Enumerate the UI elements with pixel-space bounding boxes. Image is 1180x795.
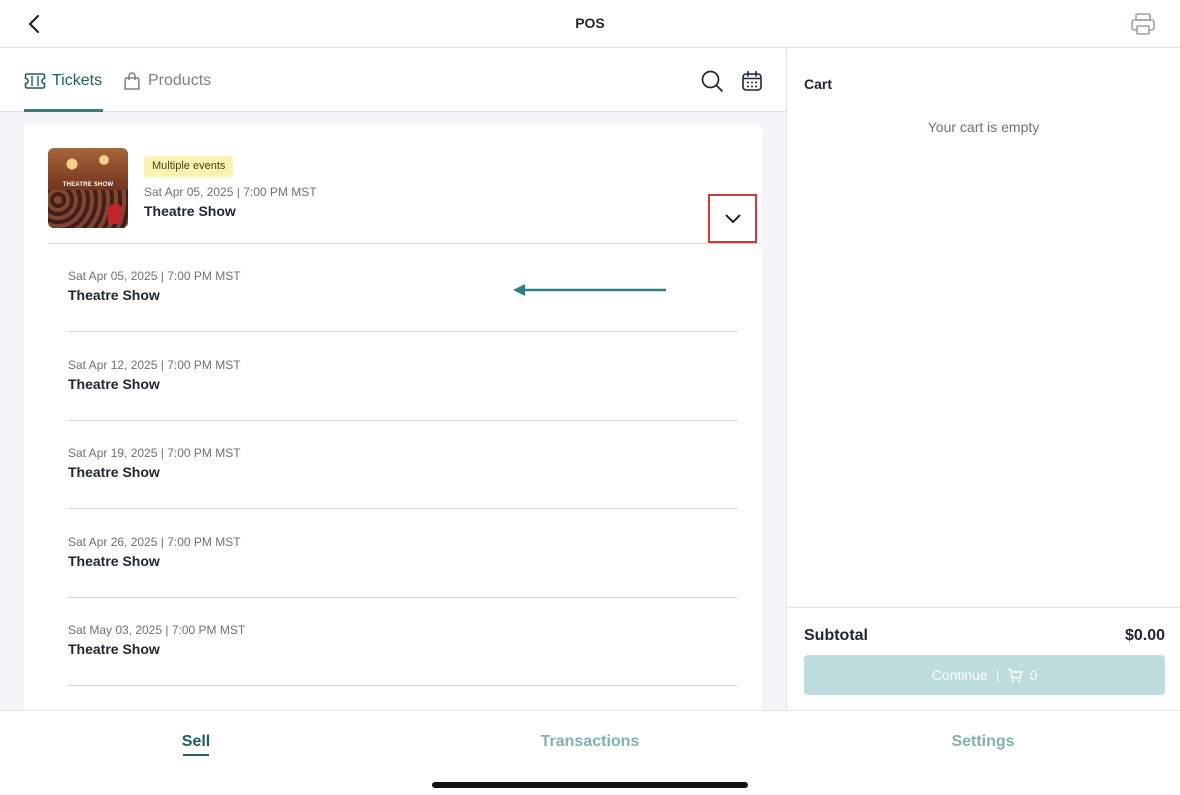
- annotation-arrow-icon: [513, 284, 666, 296]
- occurrence-datetime: Sat Apr 05, 2025 | 7:00 PM MST: [68, 269, 241, 283]
- multiple-events-badge: Multiple events: [144, 156, 234, 177]
- row-divider: [68, 685, 738, 686]
- cart-panel: Cart Your cart is empty Subtotal $0.00 C…: [786, 49, 1180, 710]
- occurrence-datetime: Sat Apr 19, 2025 | 7:00 PM MST: [68, 446, 241, 460]
- occurrence-datetime: Sat Apr 26, 2025 | 7:00 PM MST: [68, 535, 241, 549]
- continue-button[interactable]: Continue | 0: [804, 655, 1165, 695]
- occurrence-name: Theatre Show: [68, 287, 160, 303]
- continue-separator: |: [995, 667, 1000, 683]
- expand-event-button[interactable]: [708, 194, 757, 243]
- home-indicator[interactable]: [432, 782, 748, 788]
- occurrence-row[interactable]: Sat Apr 12, 2025 | 7:00 PM MST Theatre S…: [68, 333, 738, 421]
- event-datetime: Sat Apr 05, 2025 | 7:00 PM MST: [144, 185, 317, 199]
- calendar-icon: [742, 70, 762, 91]
- top-bar: POS: [0, 0, 1180, 48]
- subtotal-value: $0.00: [1124, 627, 1165, 644]
- occurrence-name: Theatre Show: [68, 641, 160, 657]
- bottom-navigation: Sell Transactions Settings: [0, 710, 1180, 795]
- search-icon: [701, 70, 723, 92]
- occurrence-datetime: Sat Apr 12, 2025 | 7:00 PM MST: [68, 358, 241, 372]
- nav-settings[interactable]: Settings: [928, 733, 1038, 751]
- event-name: Theatre Show: [144, 203, 236, 219]
- cart-title: Cart: [804, 76, 833, 92]
- calendar-button[interactable]: [739, 68, 765, 94]
- occurrence-datetime: Sat May 03, 2025 | 7:00 PM MST: [68, 623, 246, 637]
- ticket-icon: [24, 72, 46, 89]
- tab-bar: Tickets Products: [0, 49, 786, 112]
- tab-products[interactable]: Products: [122, 49, 211, 112]
- active-nav-indicator: [183, 754, 209, 756]
- thumbnail-figure: [108, 204, 122, 224]
- page-title: POS: [575, 15, 605, 31]
- row-divider: [68, 331, 738, 332]
- nav-sell[interactable]: Sell: [160, 733, 232, 751]
- occurrence-name: Theatre Show: [68, 553, 160, 569]
- active-tab-indicator: [24, 109, 103, 112]
- tab-tickets-label: Tickets: [52, 71, 103, 89]
- thumbnail-caption: THEATRE SHOW: [62, 182, 114, 188]
- cart-icon: [1007, 668, 1023, 682]
- row-divider: [68, 508, 738, 509]
- print-button[interactable]: [1128, 9, 1158, 39]
- occurrence-row[interactable]: Sat Apr 26, 2025 | 7:00 PM MST Theatre S…: [68, 510, 738, 598]
- event-thumbnail: THEATRE SHOW: [48, 148, 128, 228]
- tab-tickets[interactable]: Tickets: [24, 49, 102, 112]
- nav-transactions[interactable]: Transactions: [520, 733, 660, 751]
- cart-count: 0: [1029, 667, 1038, 683]
- occurrence-row[interactable]: Sat May 03, 2025 | 7:00 PM MST Theatre S…: [68, 598, 738, 686]
- printer-icon: [1131, 13, 1155, 35]
- subtotal-label: Subtotal: [804, 627, 868, 644]
- shopping-bag-icon: [124, 71, 140, 90]
- occurrence-name: Theatre Show: [68, 376, 160, 392]
- occurrence-name: Theatre Show: [68, 464, 160, 480]
- sell-panel: Tickets Products THEATRE SHOW Multiple e…: [0, 49, 786, 710]
- cart-footer: Subtotal $0.00 Continue | 0: [787, 607, 1180, 710]
- search-button[interactable]: [699, 68, 725, 94]
- chevron-down-icon: [725, 214, 740, 223]
- cart-empty-message: Your cart is empty: [927, 119, 1040, 135]
- event-card: THEATRE SHOW Multiple events Sat Apr 05,…: [24, 124, 762, 710]
- continue-label: Continue: [931, 667, 988, 683]
- occurrence-row[interactable]: Sat Apr 19, 2025 | 7:00 PM MST Theatre S…: [68, 421, 738, 509]
- tab-products-label: Products: [148, 71, 212, 89]
